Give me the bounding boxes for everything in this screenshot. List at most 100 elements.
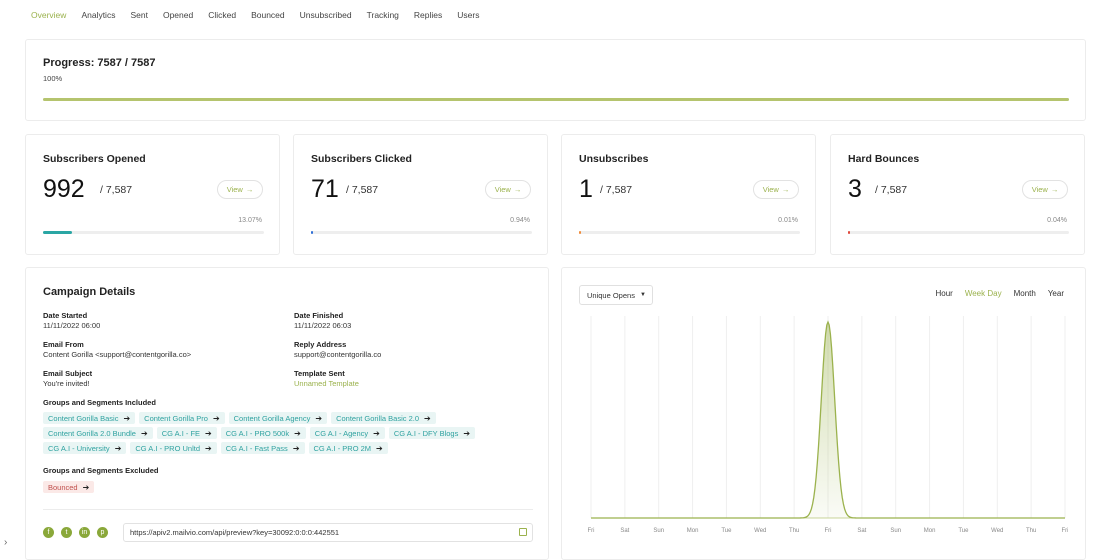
arrow-right-icon: → — [513, 185, 522, 194]
stat-percent: 0.04% — [1047, 217, 1067, 224]
group-chip[interactable]: CG A.I - Fast Pass ➔ — [220, 442, 305, 454]
groups-included-label: Groups and Segments Included — [43, 398, 156, 407]
stat-total: / 7,587 — [875, 184, 908, 196]
view-hard-bounces-button[interactable]: View → — [1022, 180, 1068, 199]
view-clicked-button[interactable]: View → — [485, 180, 531, 199]
stat-bar — [311, 231, 532, 234]
groups-included-row: CG A.I - University ➔ CG A.I - PRO Unltd ➔… — [43, 442, 388, 454]
stat-title: Unsubscribes — [579, 153, 649, 165]
reply-address-label: Reply Address — [294, 340, 347, 349]
facebook-icon[interactable]: f — [43, 527, 54, 538]
group-chip-label: CG A.I - FE — [161, 428, 201, 438]
group-chip-label: CG A.I - PRO 2M — [313, 443, 372, 453]
linkedin-icon[interactable]: in — [79, 527, 90, 538]
tab-opened[interactable]: Opened — [163, 10, 193, 20]
view-label: View — [226, 185, 243, 194]
stat-bar-fill — [43, 231, 72, 234]
group-chip-label: Content Gorilla Basic 2.0 — [336, 413, 420, 423]
groups-excluded-label: Groups and Segments Excluded — [43, 466, 159, 475]
x-tick-label: Tue — [958, 528, 969, 534]
group-chip-label: CG A.I - Agency — [314, 428, 369, 438]
nav-tabs: Overview Analytics Sent Opened Clicked B… — [31, 7, 494, 23]
group-chip[interactable]: Content Gorilla 2.0 Bundle ➔ — [43, 427, 153, 439]
opens-chart-card: Unique Opens ▼ Hour Week Day Month Year … — [561, 267, 1086, 560]
tab-sent[interactable]: Sent — [130, 10, 148, 20]
group-chip[interactable]: Content Gorilla Basic ➔ — [43, 412, 136, 424]
stat-percent: 0.01% — [778, 217, 798, 224]
date-finished-value: 11/11/2022 06:03 — [294, 321, 352, 330]
tab-users[interactable]: Users — [457, 10, 479, 20]
stat-bar — [43, 231, 264, 234]
arrow-right-icon: ➔ — [294, 428, 301, 438]
group-chip[interactable]: CG A.I - PRO 2M ➔ — [308, 442, 388, 454]
arrow-right-icon: ➔ — [123, 413, 131, 423]
tab-replies[interactable]: Replies — [414, 10, 442, 20]
group-chip-label: CG A.I - PRO 500k — [225, 428, 290, 438]
group-chip-label: CG A.I - PRO Unltd — [135, 443, 200, 453]
view-label: View — [762, 185, 779, 194]
x-tick-label: Wed — [754, 528, 766, 534]
metric-dropdown[interactable]: Unique Opens ▼ — [579, 285, 653, 305]
tab-analytics[interactable]: Analytics — [81, 10, 115, 20]
pinterest-icon[interactable]: p — [97, 527, 108, 538]
tab-bounced[interactable]: Bounced — [251, 10, 285, 20]
group-chip[interactable]: CG A.I - University ➔ — [43, 442, 127, 454]
stat-bar-fill — [848, 231, 851, 234]
arrow-right-icon: ➔ — [205, 428, 212, 438]
x-tick-label: Wed — [991, 528, 1003, 534]
group-chip[interactable]: Content Gorilla Basic 2.0 ➔ — [331, 412, 436, 424]
arrow-right-icon: ➔ — [376, 443, 383, 453]
stat-value: 71 — [311, 175, 339, 203]
tab-overview[interactable]: Overview — [31, 10, 66, 20]
template-link[interactable]: Unnamed Template — [294, 379, 359, 388]
range-tab-year[interactable]: Year — [1048, 289, 1064, 298]
stat-card-hard-bounces: Hard Bounces 3 / 7,587 View → 0.04% — [830, 134, 1085, 255]
arrow-right-icon: ➔ — [463, 428, 471, 438]
opens-area-chart: Fri Sat Sun Mon Tue Wed Thu Fri Sat Sun Mon Tue Wed T… — [588, 316, 1068, 534]
group-chip[interactable]: CG A.I - PRO Unltd ➔ — [130, 442, 217, 454]
copy-icon[interactable] — [519, 528, 527, 536]
range-tab-hour[interactable]: Hour — [935, 289, 952, 298]
stat-card-opened: Subscribers Opened 992 / 7,587 View → 13.… — [25, 134, 280, 255]
date-started-value: 11/11/2022 06:00 — [43, 321, 101, 330]
progress-card: Progress: 7587 / 7587 100% — [25, 39, 1086, 121]
tab-unsubscribed[interactable]: Unsubscribed — [300, 10, 352, 20]
group-chip[interactable]: Content Gorilla Agency ➔ — [228, 412, 328, 424]
group-chip[interactable]: CG A.I - FE ➔ — [156, 427, 217, 439]
group-chip[interactable]: Content Gorilla Pro ➔ — [139, 412, 225, 424]
range-tab-month[interactable]: Month — [1014, 289, 1036, 298]
x-tick-label: Fri — [588, 528, 595, 534]
arrow-right-icon: ➔ — [205, 443, 212, 453]
view-unsubscribes-button[interactable]: View → — [753, 180, 799, 199]
excluded-chip-label: Bounced — [48, 482, 78, 492]
date-started-label: Date Started — [43, 311, 88, 320]
stat-title: Subscribers Opened — [43, 153, 146, 165]
view-opened-button[interactable]: View → — [217, 180, 263, 199]
tab-clicked[interactable]: Clicked — [208, 10, 236, 20]
preview-url-field[interactable]: https://apiv2.mailvio.com/api/preview?ke… — [123, 523, 533, 542]
date-finished-label: Date Finished — [294, 311, 344, 320]
social-share: f t in p — [43, 527, 108, 538]
arrow-right-icon: ➔ — [292, 443, 300, 453]
groups-included-row: Content Gorilla Basic ➔ Content Gorilla P… — [43, 412, 436, 424]
x-tick-label: Tue — [721, 528, 732, 534]
group-chip-label: Content Gorilla Basic — [48, 413, 119, 423]
stat-percent: 0.94% — [510, 217, 530, 224]
opens-area — [591, 322, 1065, 518]
chevron-right-icon[interactable]: › — [4, 537, 7, 548]
group-chip[interactable]: CG A.I - PRO 500k ➔ — [220, 427, 306, 439]
range-tab-week-day[interactable]: Week Day — [965, 289, 1002, 298]
email-from-label: Email From — [43, 340, 84, 349]
progress-percent: 100% — [43, 74, 63, 83]
arrow-right-icon: ➔ — [114, 443, 122, 453]
group-chip-label: Content Gorilla Pro — [144, 413, 208, 423]
reply-address-value: support@contentgorilla.co — [294, 350, 382, 359]
x-tick-label: Sun — [890, 528, 901, 534]
tab-tracking[interactable]: Tracking — [367, 10, 399, 20]
progress-title: Progress: 7587 / 7587 — [43, 57, 156, 69]
excluded-chip[interactable]: Bounced ➔ — [43, 481, 95, 493]
group-chip[interactable]: CG A.I - Agency ➔ — [309, 427, 385, 439]
group-chip-label: Content Gorilla Agency — [233, 413, 311, 423]
twitter-icon[interactable]: t — [61, 527, 72, 538]
group-chip[interactable]: CG A.I - DFY Blogs ➔ — [388, 427, 476, 439]
